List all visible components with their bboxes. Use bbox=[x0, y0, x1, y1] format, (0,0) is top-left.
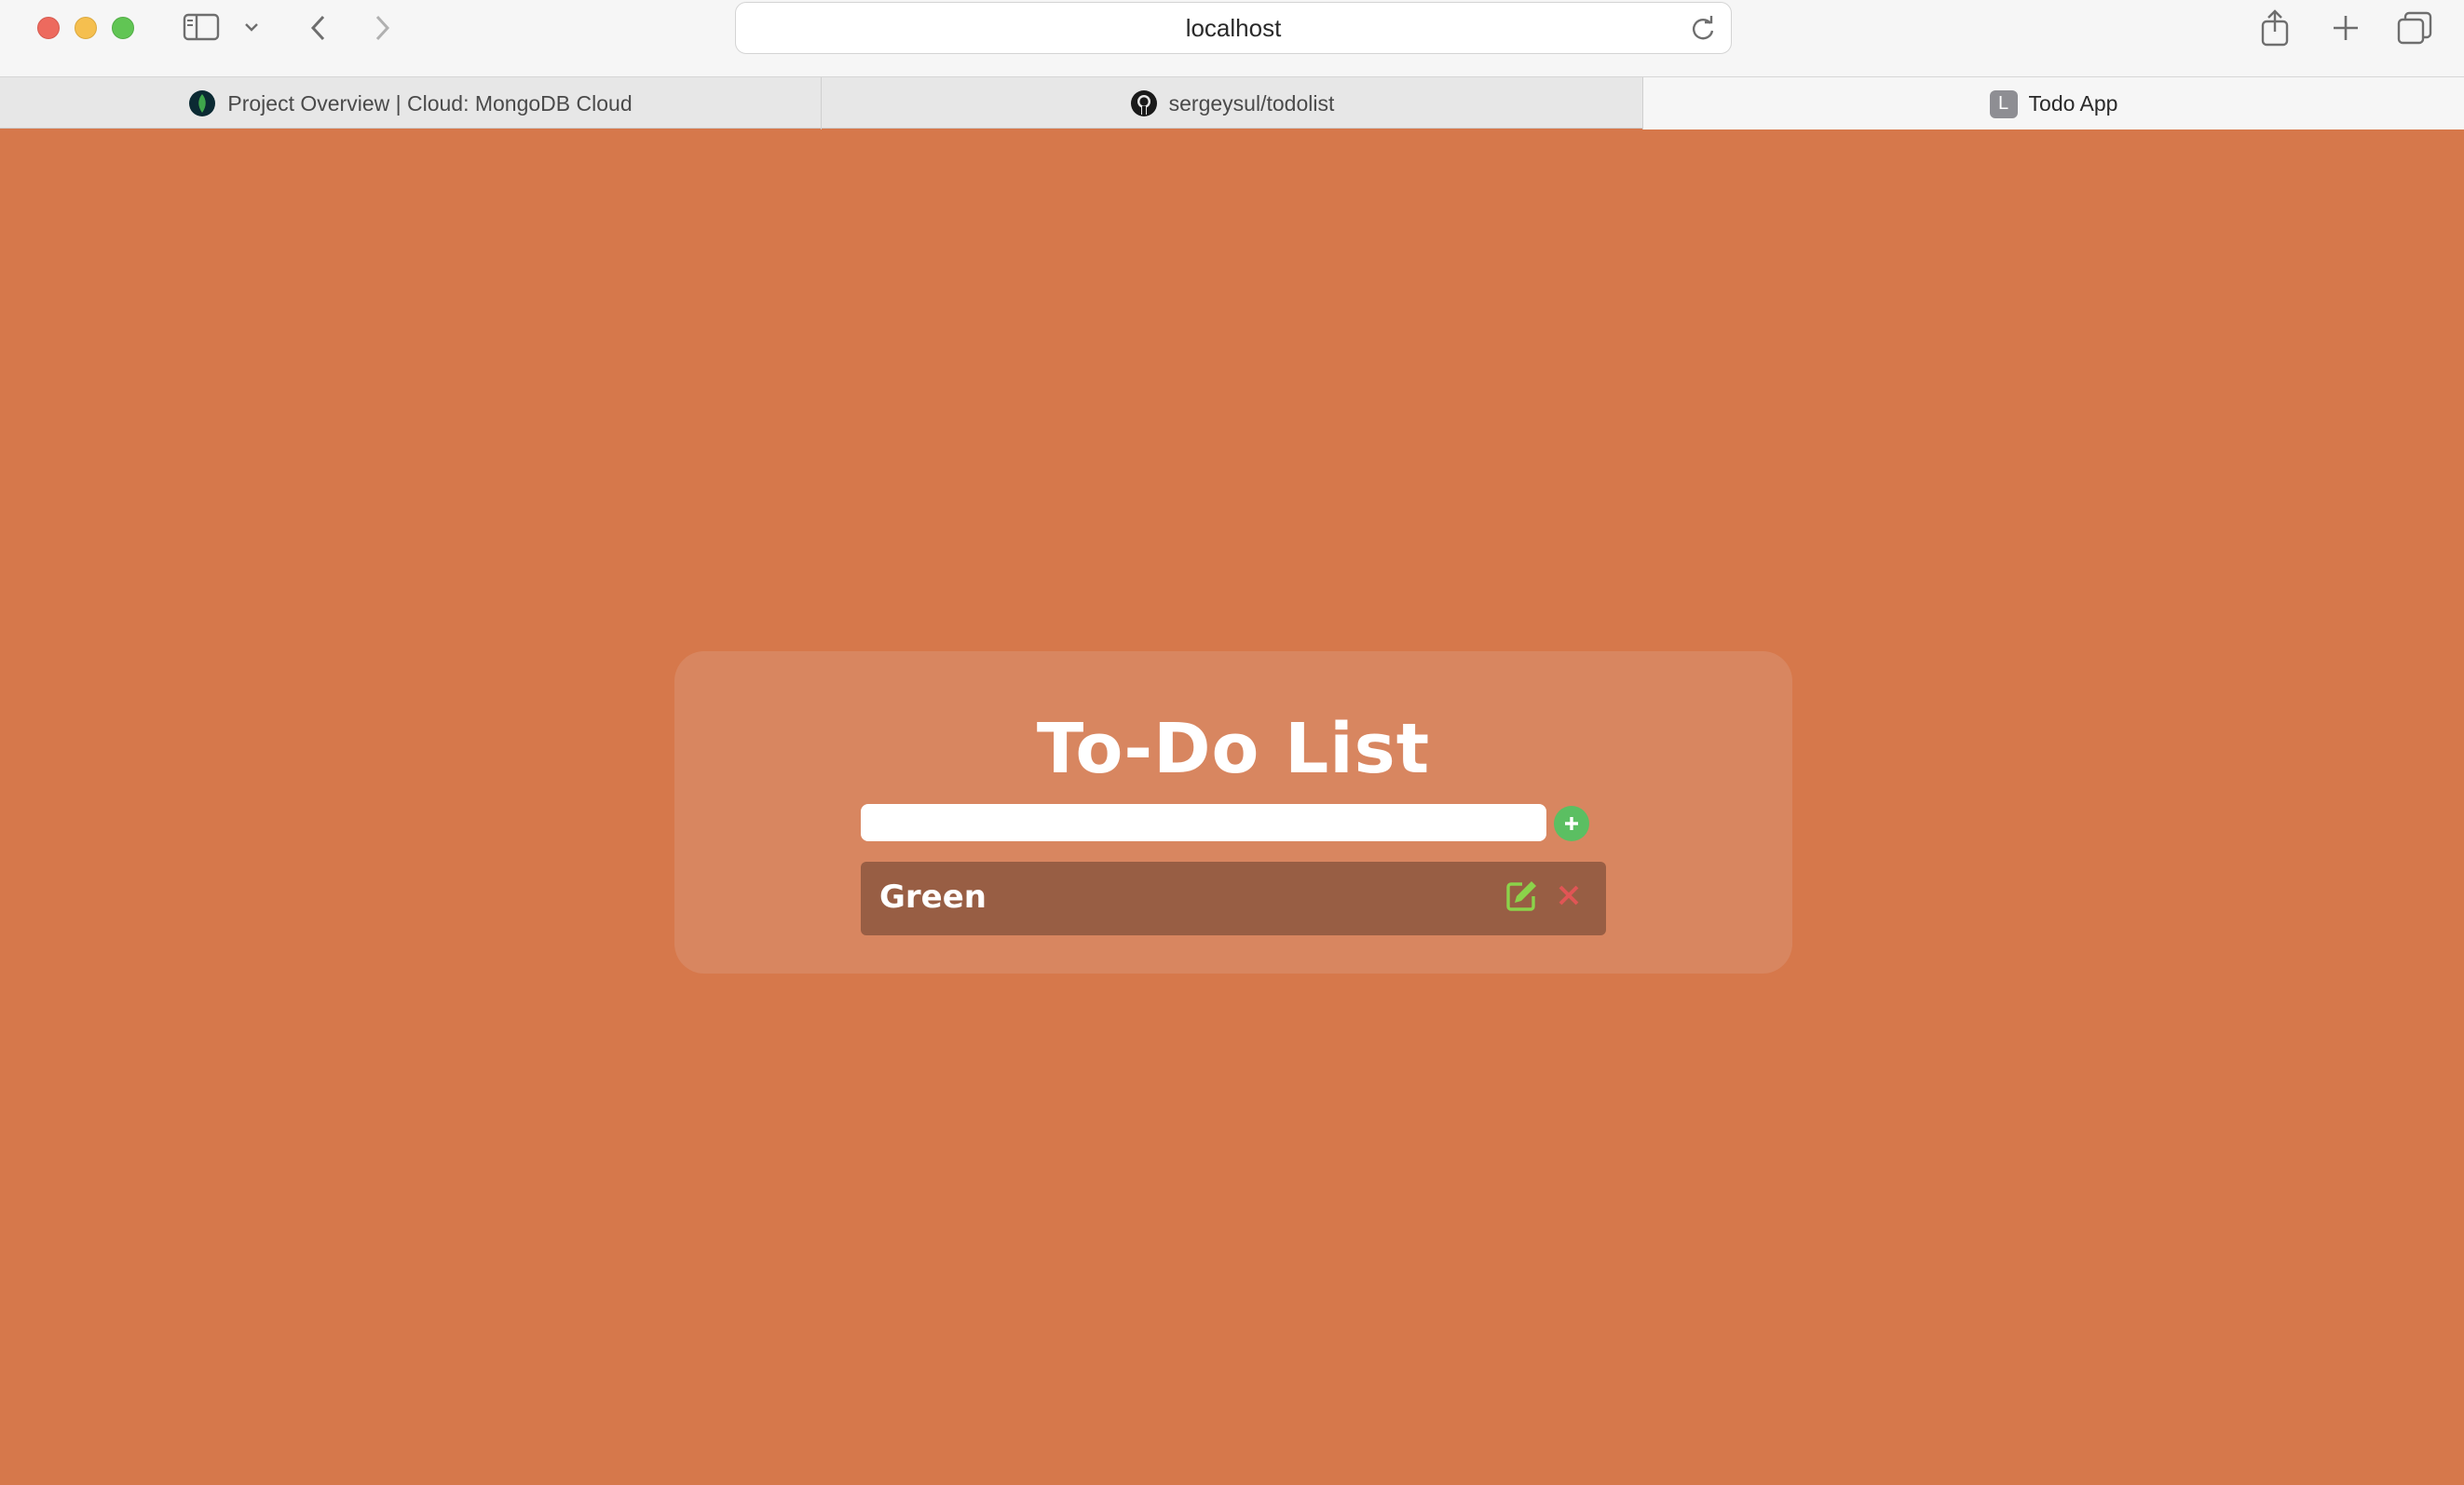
reload-icon[interactable] bbox=[1688, 14, 1718, 44]
todo-item: Green bbox=[861, 862, 1606, 935]
tab-label: sergeysul/todolist bbox=[1168, 90, 1335, 116]
window-close-button[interactable] bbox=[37, 17, 60, 39]
add-todo-button[interactable] bbox=[1554, 806, 1589, 841]
letter-favicon-icon: L bbox=[1989, 89, 2018, 118]
url-text: localhost bbox=[1185, 13, 1282, 42]
plus-icon[interactable] bbox=[2323, 6, 2368, 50]
new-todo-input[interactable] bbox=[861, 804, 1546, 841]
delete-icon[interactable] bbox=[1552, 879, 1586, 912]
back-arrow-icon[interactable] bbox=[300, 9, 337, 47]
page-title: To-Do List bbox=[1036, 709, 1431, 789]
browser-toolbar: localhost bbox=[0, 0, 2464, 76]
page-content: To-Do List Green bbox=[0, 129, 2464, 1485]
address-bar[interactable]: localhost bbox=[735, 2, 1732, 54]
tab-bar: Project Overview | Cloud: MongoDB Cloud … bbox=[0, 76, 2464, 130]
tab-overview-icon[interactable] bbox=[2390, 6, 2439, 50]
chevron-down-icon[interactable] bbox=[240, 13, 263, 41]
share-icon[interactable] bbox=[2253, 6, 2297, 50]
mongodb-leaf-icon bbox=[188, 89, 216, 117]
forward-arrow-icon[interactable] bbox=[363, 9, 401, 47]
window-maximize-button[interactable] bbox=[112, 17, 134, 39]
tab-label: Todo App bbox=[2028, 91, 2118, 116]
tab-todo-app[interactable]: L Todo App bbox=[1643, 77, 2464, 130]
github-icon bbox=[1130, 89, 1158, 117]
tab-label: Project Overview | Cloud: MongoDB Cloud bbox=[227, 90, 633, 116]
tab-mongodb[interactable]: Project Overview | Cloud: MongoDB Cloud bbox=[0, 77, 822, 129]
todo-card: To-Do List Green bbox=[674, 651, 1792, 974]
tab-github[interactable]: sergeysul/todolist bbox=[822, 77, 1643, 129]
sidebar-toggle-icon[interactable] bbox=[181, 11, 222, 43]
plus-icon bbox=[1565, 817, 1578, 830]
edit-icon[interactable] bbox=[1504, 879, 1539, 914]
todo-item-text: Green bbox=[879, 879, 987, 916]
window-minimize-button[interactable] bbox=[75, 17, 97, 39]
